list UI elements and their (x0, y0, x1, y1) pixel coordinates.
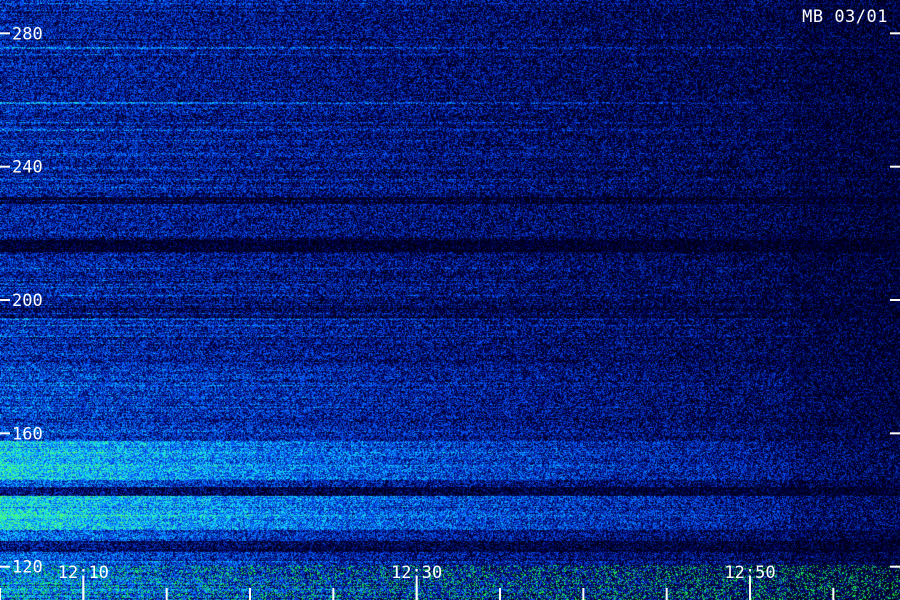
y-tick-label: 160 (12, 424, 43, 444)
spectrum-raster (0, 0, 900, 600)
x-tick-label: 12:30 (391, 563, 442, 583)
y-tick-label: 280 (12, 24, 43, 44)
y-tick-label: 200 (12, 291, 43, 311)
y-tick-label: 120 (12, 558, 43, 578)
y-tick-label: 240 (12, 158, 43, 178)
dynamic-spectrum-plot: 120 160 200 240 280 12:10 12:30 12:50 (0, 0, 900, 600)
x-tick-label: 12:50 (724, 563, 775, 583)
x-tick-label: 12:10 (58, 563, 109, 583)
station-label: MB 03/01 (802, 7, 888, 27)
